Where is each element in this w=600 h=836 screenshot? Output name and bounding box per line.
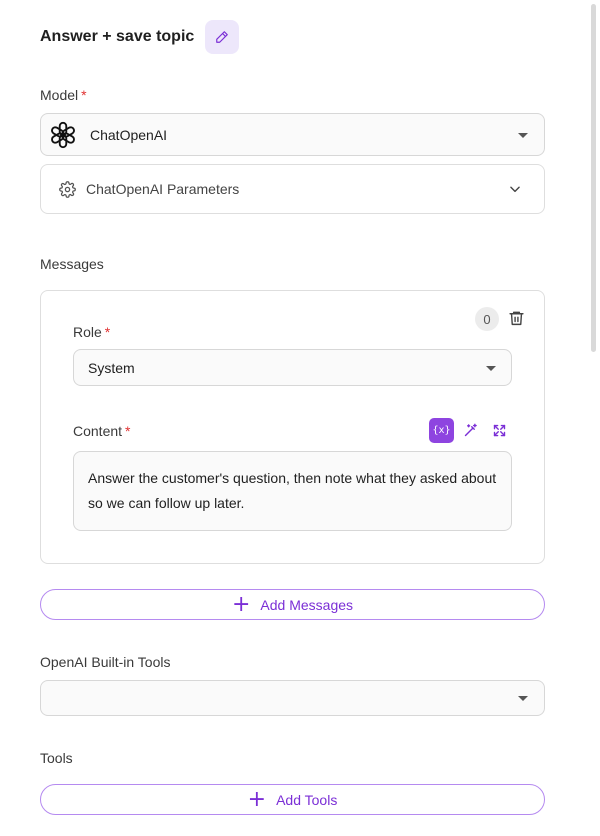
add-messages-button[interactable]: + Add Messages (40, 589, 545, 620)
tools-label: Tools (40, 750, 73, 766)
edit-title-button[interactable] (205, 20, 239, 54)
content-textarea[interactable]: Answer the customer's question, then not… (73, 451, 512, 531)
parameters-label: ChatOpenAI Parameters (86, 181, 240, 197)
model-parameters-accordion[interactable]: ChatOpenAI Parameters (40, 164, 545, 214)
role-select-value: System (88, 360, 135, 376)
role-select[interactable]: System (73, 349, 512, 386)
role-label: Role * (73, 324, 111, 340)
builtin-tools-select[interactable] (40, 680, 545, 716)
plus-icon: + (247, 786, 267, 812)
magic-wand-icon[interactable] (463, 423, 478, 438)
scrollbar[interactable] (585, 0, 600, 836)
node-config-panel: Answer + save topic Model * ChatOpenAI C… (0, 0, 585, 836)
trash-icon[interactable] (508, 309, 525, 327)
message-index-badge: 0 (475, 307, 499, 331)
chevron-down-icon (510, 186, 520, 193)
plus-icon: + (231, 591, 251, 617)
model-label: Model * (40, 87, 87, 103)
pencil-icon (216, 31, 228, 43)
content-label: Content * (73, 423, 131, 439)
caret-down-icon (486, 366, 496, 371)
node-title: Answer + save topic (40, 28, 195, 45)
messages-label: Messages (40, 256, 104, 272)
insert-variable-button[interactable]: {x} (429, 418, 454, 443)
openai-logo-icon (51, 121, 75, 149)
scrollbar-thumb[interactable] (591, 4, 596, 352)
caret-down-icon (518, 133, 528, 138)
caret-down-icon (518, 696, 528, 701)
expand-icon[interactable] (492, 423, 507, 438)
add-tools-button[interactable]: + Add Tools (40, 784, 545, 815)
gear-icon (59, 181, 76, 198)
builtin-tools-label: OpenAI Built-in Tools (40, 654, 171, 670)
model-select-value: ChatOpenAI (90, 127, 168, 143)
model-select[interactable]: ChatOpenAI (40, 113, 545, 156)
